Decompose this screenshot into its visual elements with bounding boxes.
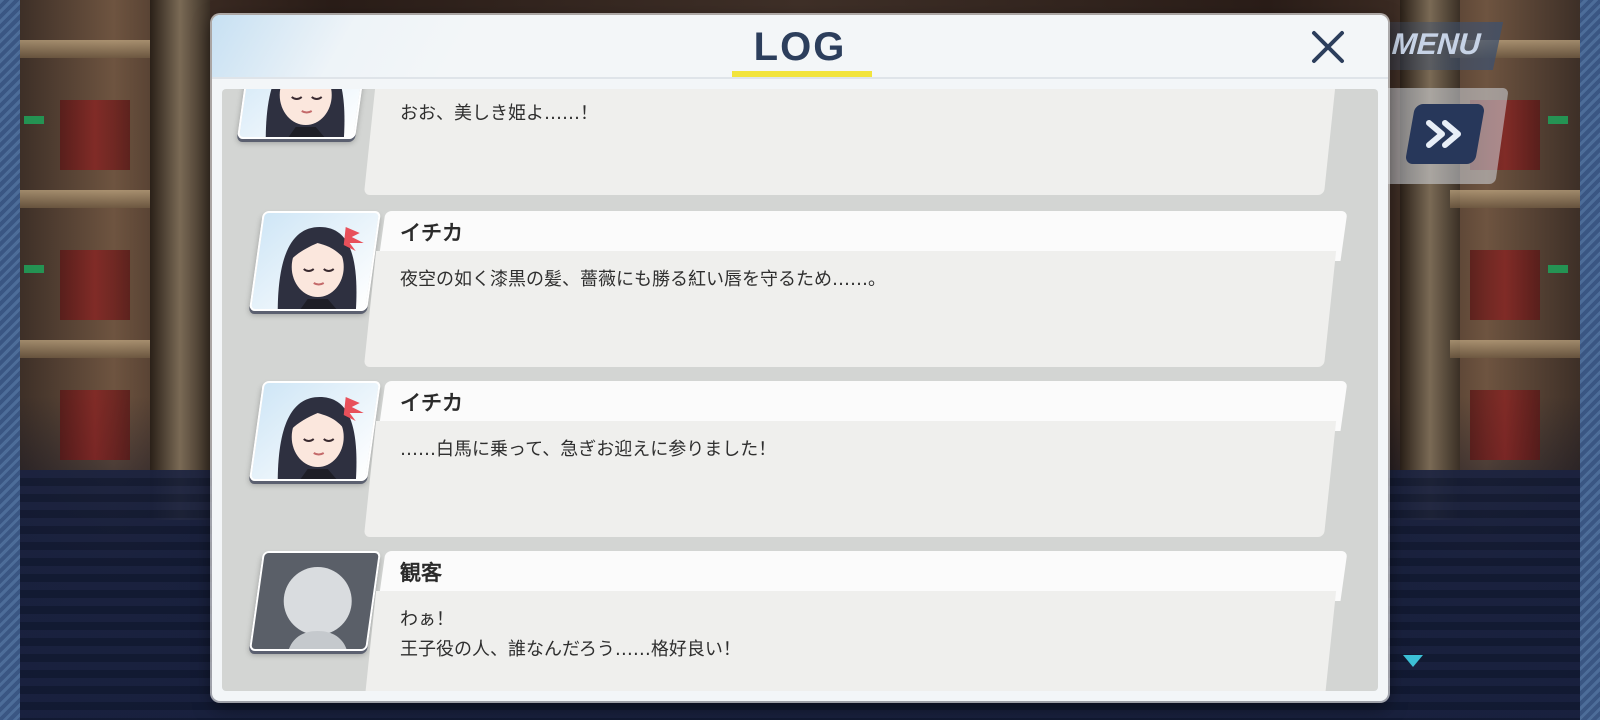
log-entry: おお、美しき姫よ……！ — [222, 89, 1378, 199]
balcony-curtain — [1470, 390, 1540, 460]
message-line: 王子役の人、誰なんだろう……格好良い！ — [400, 639, 741, 660]
balcony-rail — [20, 340, 150, 358]
theater-pillar — [1400, 0, 1460, 520]
next-indicator-icon — [1403, 655, 1423, 667]
balcony-curtain — [1470, 250, 1540, 320]
speaker-portrait — [248, 381, 382, 481]
speaker-name: 観客 — [400, 561, 442, 585]
log-scroll-area[interactable]: おお、美しき姫よ……！ イチカ 夜空の如く漆黒の髪、薔薇にも勝る紅い唇を守るため… — [222, 89, 1378, 691]
log-entry: イチカ 夜空の如く漆黒の髪、薔薇にも勝る紅い唇を守るため……。 — [222, 211, 1378, 371]
message-line: わぁ！ — [400, 609, 454, 630]
fast-forward-icon — [1426, 120, 1461, 148]
speaker-portrait — [248, 211, 382, 311]
exit-sign — [24, 116, 44, 124]
character-portrait-icon — [265, 89, 345, 139]
log-header: LOG — [212, 15, 1388, 79]
speaker-name: イチカ — [400, 221, 463, 245]
log-entry: 観客 わぁ！ 王子役の人、誰なんだろう……格好良い！ — [222, 551, 1378, 691]
exit-sign — [1548, 116, 1568, 124]
balcony-curtain — [60, 250, 130, 320]
log-entry: イチカ ……白馬に乗って、急ぎお迎えに参りました！ — [222, 381, 1378, 541]
balcony-rail — [1450, 340, 1580, 358]
balcony-curtain — [60, 390, 130, 460]
close-icon — [1312, 31, 1344, 63]
balcony-rail — [20, 40, 150, 58]
exit-sign — [24, 265, 44, 273]
message-text: 夜空の如く漆黒の髪、薔薇にも勝る紅い唇を守るため……。 — [400, 269, 886, 290]
title-underline — [732, 71, 872, 77]
exit-sign — [1548, 265, 1568, 273]
menu-label: MENU — [1390, 28, 1482, 61]
balcony-rail — [1450, 190, 1580, 208]
close-button[interactable] — [1306, 25, 1350, 69]
message-text: わぁ！ 王子役の人、誰なんだろう……格好良い！ — [400, 605, 1300, 665]
message-text: おお、美しき姫よ……！ — [400, 103, 598, 124]
theater-pillar — [150, 0, 210, 520]
character-portrait-icon — [277, 227, 364, 311]
log-window: LOG おお、美しき姫よ……！ イチカ 夜空の如く漆黒の髪、薔薇にも勝る紅い唇を… — [212, 15, 1388, 701]
speaker-portrait — [236, 89, 370, 139]
speaker-portrait — [248, 551, 382, 651]
silhouette-avatar-icon — [283, 567, 352, 651]
skip-button[interactable] — [1404, 104, 1486, 164]
speaker-name: イチカ — [400, 391, 463, 415]
log-title: LOG — [753, 25, 847, 69]
message-text: ……白馬に乗って、急ぎお迎えに参りました！ — [400, 439, 777, 460]
balcony-curtain — [60, 100, 130, 170]
character-portrait-icon — [277, 397, 364, 481]
balcony-rail — [20, 190, 150, 208]
